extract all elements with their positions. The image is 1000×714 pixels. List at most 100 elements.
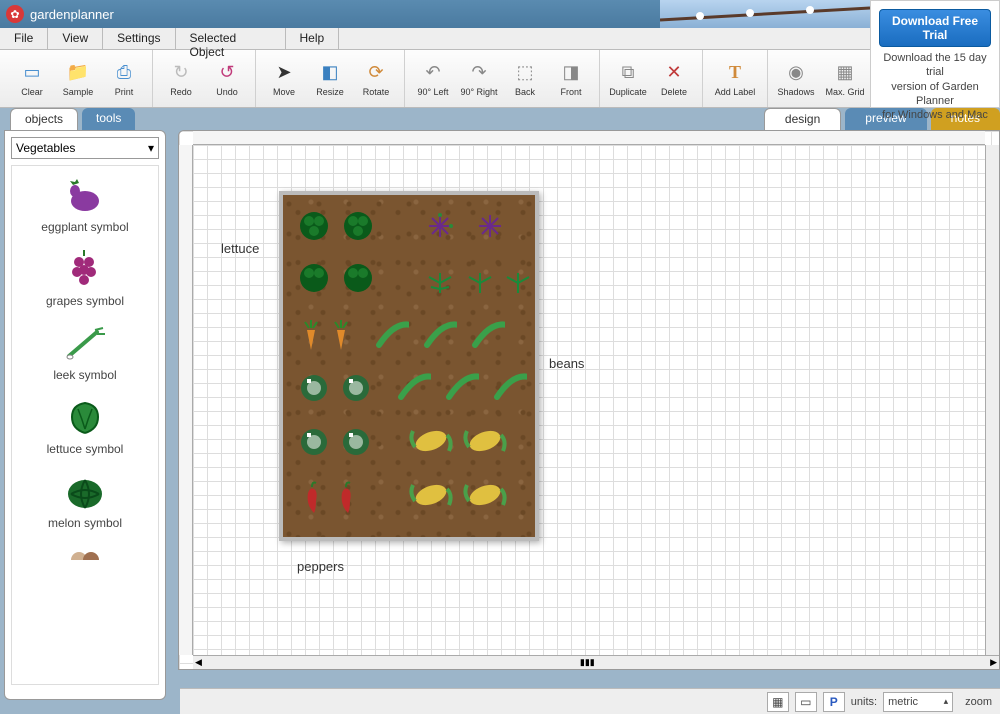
design-canvas[interactable]: ◀▮▮▮▶ lettuce beans peppers — [178, 130, 1000, 670]
add-label-icon: T — [723, 61, 747, 85]
scrollbar-vertical[interactable] — [985, 145, 999, 655]
download-promo: Download Free Trial Download the 15 day … — [870, 0, 1000, 108]
plant-corn[interactable] — [409, 477, 453, 511]
category-value: Vegetables — [16, 141, 75, 155]
undo-button[interactable]: ↺Undo — [205, 55, 249, 103]
chevron-up-icon: ▴ — [944, 696, 949, 707]
app-logo-icon: ✿ — [6, 5, 24, 23]
tab-design[interactable]: design — [764, 108, 841, 130]
clear-icon: ▭ — [20, 61, 44, 85]
menu-settings[interactable]: Settings — [103, 28, 175, 49]
tab-objects[interactable]: objects — [10, 108, 78, 130]
object-list[interactable]: eggplant symbol grapes symbol leek symbo… — [11, 165, 159, 685]
plant-lettuce[interactable] — [341, 261, 375, 295]
ruler-icon: ▭ — [800, 695, 811, 709]
send-back-button[interactable]: ⬚Back — [503, 55, 547, 103]
menu-help[interactable]: Help — [286, 28, 340, 49]
canvas-label-beans[interactable]: beans — [549, 356, 584, 371]
rotate-button[interactable]: ⟳Rotate — [354, 55, 398, 103]
plant-bean[interactable] — [423, 317, 457, 351]
leek-icon — [61, 324, 109, 364]
status-bar: ▦ ▭ P units: metric ▴ zoom — [180, 688, 1000, 714]
duplicate-icon: ⧉ — [616, 61, 640, 85]
promo-text-3: for Windows and Mac — [879, 108, 991, 122]
print-icon: ⎙ — [112, 61, 136, 85]
plant-cabbage[interactable] — [297, 371, 331, 405]
resize-button[interactable]: ◧Resize — [308, 55, 352, 103]
plant-corn[interactable] — [463, 477, 507, 511]
add-label-button[interactable]: TAdd Label — [709, 55, 761, 103]
object-label: leek symbol — [16, 368, 154, 382]
plant-bean[interactable] — [397, 369, 431, 403]
plant-bean[interactable] — [445, 369, 479, 403]
plant-herb[interactable] — [463, 265, 497, 299]
ruler-vertical — [179, 145, 193, 655]
menu-file[interactable]: File — [0, 28, 48, 49]
plant-herb[interactable] — [423, 265, 457, 299]
plant-lettuce[interactable] — [297, 209, 331, 243]
category-dropdown[interactable]: Vegetables ▾ — [11, 137, 159, 159]
plant-lettuce[interactable] — [341, 209, 375, 243]
object-grapes[interactable]: grapes symbol — [16, 244, 154, 318]
redo-button[interactable]: ↻Redo — [159, 55, 203, 103]
plant-bean[interactable] — [493, 369, 527, 403]
move-button[interactable]: ➤Move — [262, 55, 306, 103]
rotate-left-icon: ↶ — [421, 61, 445, 85]
units-dropdown[interactable]: metric ▴ — [883, 692, 953, 712]
canvas-label-peppers[interactable]: peppers — [297, 559, 344, 574]
rotate-right-button[interactable]: ↷90° Right — [457, 55, 501, 103]
duplicate-button[interactable]: ⧉Duplicate — [606, 55, 650, 103]
properties-button[interactable]: P — [823, 692, 845, 712]
grid-toggle-button[interactable]: ▦ — [767, 692, 789, 712]
plant-corn[interactable] — [409, 423, 453, 457]
p-icon: P — [830, 695, 838, 709]
plant-purple-sprout[interactable] — [473, 209, 507, 243]
plant-bean[interactable] — [471, 317, 505, 351]
clear-button[interactable]: ▭Clear — [10, 55, 54, 103]
sample-button[interactable]: 📁Sample — [56, 55, 100, 103]
bring-front-button[interactable]: ◨Front — [549, 55, 593, 103]
plant-carrot[interactable] — [327, 319, 361, 353]
rotate-left-button[interactable]: ↶90° Left — [411, 55, 455, 103]
print-button[interactable]: ⎙Print — [102, 55, 146, 103]
max-grid-button[interactable]: ▦Max. Grid — [820, 55, 870, 103]
object-leek[interactable]: leek symbol — [16, 318, 154, 392]
grid-icon: ▦ — [833, 61, 857, 85]
plant-cabbage[interactable] — [297, 425, 331, 459]
object-eggplant[interactable]: eggplant symbol — [16, 170, 154, 244]
plant-pepper[interactable] — [331, 481, 365, 515]
send-back-icon: ⬚ — [513, 61, 537, 85]
scrollbar-horizontal[interactable]: ◀▮▮▮▶ — [193, 655, 999, 669]
garden-bed[interactable] — [279, 191, 539, 541]
lettuce-icon — [61, 398, 109, 438]
object-label: lettuce symbol — [16, 442, 154, 456]
app-name: gardenplanner — [30, 7, 114, 22]
ruler-toggle-button[interactable]: ▭ — [795, 692, 817, 712]
promo-sky-image — [660, 0, 870, 28]
plant-pepper[interactable] — [297, 481, 331, 515]
shadows-button[interactable]: ◉Shadows — [774, 55, 818, 103]
chevron-down-icon: ▾ — [148, 141, 154, 155]
object-label: grapes symbol — [16, 294, 154, 308]
plant-herb[interactable] — [501, 265, 535, 299]
plant-cabbage[interactable] — [339, 425, 373, 459]
delete-button[interactable]: ✕Delete — [652, 55, 696, 103]
units-value: metric — [888, 696, 918, 708]
delete-icon: ✕ — [662, 61, 686, 85]
menu-view[interactable]: View — [48, 28, 103, 49]
move-icon: ➤ — [272, 61, 296, 85]
plant-corn[interactable] — [463, 423, 507, 457]
eggplant-icon — [61, 176, 109, 216]
download-trial-button[interactable]: Download Free Trial — [879, 9, 991, 47]
object-melon[interactable]: melon symbol — [16, 466, 154, 540]
object-partial[interactable] — [16, 540, 154, 560]
plant-bean[interactable] — [375, 317, 409, 351]
plant-carrot[interactable] — [297, 319, 331, 353]
tab-tools[interactable]: tools — [82, 108, 135, 130]
menu-selected-object[interactable]: Selected Object — [176, 28, 286, 49]
plant-cabbage[interactable] — [339, 371, 373, 405]
plant-lettuce[interactable] — [297, 261, 331, 295]
canvas-label-lettuce[interactable]: lettuce — [221, 241, 259, 256]
plant-purple-sprout[interactable] — [423, 209, 457, 243]
object-lettuce[interactable]: lettuce symbol — [16, 392, 154, 466]
